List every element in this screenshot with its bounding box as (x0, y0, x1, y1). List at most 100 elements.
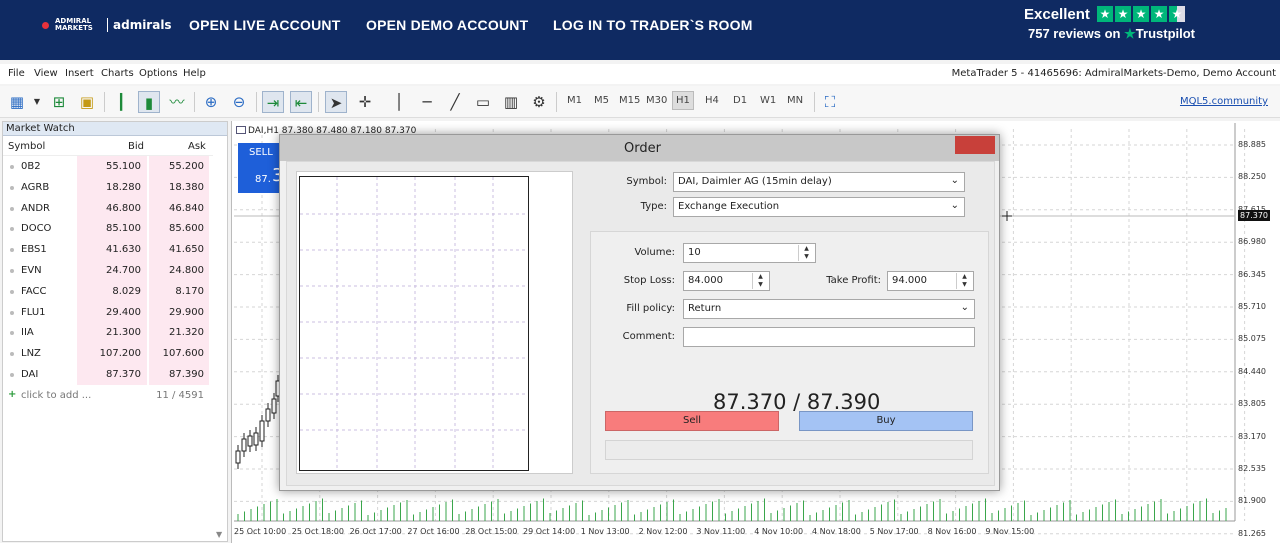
new-chart-icon[interactable]: ▦ (6, 91, 28, 113)
fibonacci-icon[interactable]: ▥ (500, 91, 522, 113)
mql5-community-link[interactable]: MQL5.community (1180, 96, 1268, 107)
volume-spinner-icon[interactable]: ▲ ▼ (798, 245, 814, 261)
timeframe-h1[interactable]: H1 (672, 91, 694, 110)
one-click-sell-button[interactable]: SELL 87. 3 (238, 143, 283, 193)
symbol-select[interactable]: DAI, Daimler AG (15min delay) ⌄ (673, 172, 965, 192)
close-button[interactable]: ✕ (955, 136, 995, 154)
column-symbol[interactable]: Symbol (8, 141, 45, 152)
account-info: MetaTrader 5 - 41465696: AdmiralMarkets-… (951, 68, 1276, 79)
timeframe-mn[interactable]: MN (787, 95, 803, 106)
sell-button[interactable]: Sell (605, 411, 779, 431)
menu-insert[interactable]: Insert (65, 68, 94, 79)
column-bid[interactable]: Bid (128, 141, 144, 152)
profiles-icon[interactable]: ▣ (76, 91, 98, 113)
separator (814, 92, 815, 112)
timeframe-h4[interactable]: H4 (705, 95, 719, 106)
fullscreen-icon[interactable]: ⛶ (819, 91, 841, 113)
time-tick-label: 2 Nov 12:00 (638, 527, 688, 536)
chart-shift-icon[interactable]: ⇥ (262, 91, 284, 113)
open-live-account-link[interactable]: OPEN LIVE ACCOUNT (189, 17, 340, 33)
zoom-out-icon[interactable]: ⊖ (228, 91, 250, 113)
market-watch-row[interactable]: 0B2 55.100 55.200 (3, 156, 227, 177)
market-watch-row[interactable]: DOCO 85.100 85.600 (3, 218, 227, 240)
trustpilot-widget[interactable]: Excellent ★ ★ ★ ★ ★ 757 reviews on ★Trus… (1024, 6, 1224, 41)
bid-price: 85.100 (106, 223, 141, 235)
time-tick-label: 1 Nov 13:00 (580, 527, 630, 536)
menu-help[interactable]: Help (183, 68, 206, 79)
timeframe-w1[interactable]: W1 (760, 95, 776, 106)
indicators-icon[interactable]: ⚙ (528, 91, 550, 113)
admirals-logo[interactable]: ADMIRAL MARKETS admirals (42, 18, 172, 32)
market-watch-row[interactable]: ANDR 46.800 46.840 (3, 197, 227, 219)
dropdown-arrow-icon[interactable]: ▼ (26, 91, 48, 113)
price-tick-label: 88.885 (1238, 140, 1266, 149)
comment-input[interactable] (683, 327, 975, 347)
timeframe-d1[interactable]: D1 (733, 95, 747, 106)
price-tick-label: 83.805 (1238, 399, 1266, 409)
menu-view[interactable]: View (34, 68, 58, 79)
timeframe-m30[interactable]: M30 (646, 95, 667, 106)
traders-room-login-link[interactable]: LOG IN TO TRADER`S ROOM (553, 17, 753, 33)
symbol-name: DAI (21, 368, 39, 380)
scroll-down-icon[interactable]: ▼ (216, 530, 222, 539)
take-profit-spinner-icon[interactable]: ▲ ▼ (956, 273, 972, 289)
take-profit-label: Take Profit: (826, 275, 881, 286)
fill-policy-select[interactable]: Return ⌄ (683, 299, 975, 319)
separator (194, 92, 195, 112)
market-watch-row[interactable]: LNZ 107.200 107.600 (3, 343, 227, 364)
timeframe-m15[interactable]: M15 (619, 95, 640, 106)
market-watch-row[interactable]: EVN 24.700 24.800 (3, 259, 227, 281)
line-chart-icon[interactable]: 〰 (166, 91, 188, 113)
bar-chart-icon[interactable]: ┃ (110, 91, 132, 113)
stop-loss-input[interactable]: 84.000 ▲ ▼ (683, 271, 770, 291)
new-window-icon[interactable]: ⊞ (48, 91, 70, 113)
type-select[interactable]: Exchange Execution ⌄ (673, 197, 965, 217)
symbol-status-icon (10, 165, 14, 169)
volume-label: Volume: (634, 247, 675, 258)
market-watch-row[interactable]: FACC 8.029 8.170 (3, 280, 227, 302)
symbol-name: FLU1 (21, 306, 46, 318)
market-watch-row[interactable]: IIA 21.300 21.320 (3, 322, 227, 344)
market-watch-row[interactable]: DAI 87.370 87.390 (3, 363, 227, 385)
menu-options[interactable]: Options (139, 68, 178, 79)
bid-price: 29.400 (106, 306, 141, 318)
add-symbol-row[interactable]: + click to add ... 11 / 4591 (3, 385, 227, 405)
candlestick-icon[interactable]: ▮ (138, 91, 160, 113)
logo-small-text: ADMIRAL MARKETS (55, 17, 93, 32)
bid-price: 87.370 (106, 368, 141, 380)
stop-loss-spinner-icon[interactable]: ▲ ▼ (752, 273, 768, 289)
text-label-icon[interactable]: ▭ (472, 91, 494, 113)
symbol-name: IIA (21, 327, 34, 339)
take-profit-input[interactable]: 94.000 ▲ ▼ (887, 271, 974, 291)
separator (104, 92, 105, 112)
symbol-name: DOCO (21, 223, 52, 235)
vertical-line-icon[interactable]: │ (388, 91, 410, 113)
horizontal-line-icon[interactable]: ─ (416, 91, 438, 113)
symbol-name: ANDR (21, 202, 50, 214)
volume-input[interactable]: 10 ▲ ▼ (683, 243, 816, 263)
buy-button[interactable]: Buy (799, 411, 973, 431)
menu-charts[interactable]: Charts (101, 68, 134, 79)
menu-file[interactable]: File (8, 68, 25, 79)
market-watch-row[interactable]: FLU1 29.400 29.900 (3, 301, 227, 323)
logo-text: admirals (107, 18, 172, 32)
market-watch-scrollbar[interactable]: ▼ (213, 136, 227, 541)
half-star-icon: ★ (1169, 6, 1185, 22)
zoom-in-icon[interactable]: ⊕ (200, 91, 222, 113)
timeframe-m5[interactable]: M5 (594, 95, 609, 106)
toolbar: ▦ ▼ ⊞ ▣ ┃ ▮ 〰 ⊕ ⊖ ⇥ ⇤ ➤ ✛ │ ─ ╱ ▭ ▥ ⚙ M1… (0, 86, 1280, 118)
open-demo-account-link[interactable]: OPEN DEMO ACCOUNT (366, 17, 528, 33)
market-watch-row[interactable]: AGRB 18.280 18.380 (3, 176, 227, 198)
time-tick-label: 5 Nov 17:00 (869, 527, 919, 536)
timeframe-m1[interactable]: M1 (567, 95, 582, 106)
cursor-icon[interactable]: ➤ (325, 91, 347, 113)
market-watch-panel: Market Watch Symbol Bid Ask 0B2 55.100 55.… (2, 121, 228, 542)
market-watch-row[interactable]: EBS1 41.630 41.650 (3, 239, 227, 260)
star-icon: ★ (1151, 6, 1167, 22)
chevron-down-icon: ⌄ (950, 200, 959, 211)
autoscroll-icon[interactable]: ⇤ (290, 91, 312, 113)
order-dialog-titlebar: Order ✕ (280, 135, 999, 161)
crosshair-icon[interactable]: ✛ (354, 91, 376, 113)
trendline-icon[interactable]: ╱ (444, 91, 466, 113)
column-ask[interactable]: Ask (188, 141, 206, 152)
